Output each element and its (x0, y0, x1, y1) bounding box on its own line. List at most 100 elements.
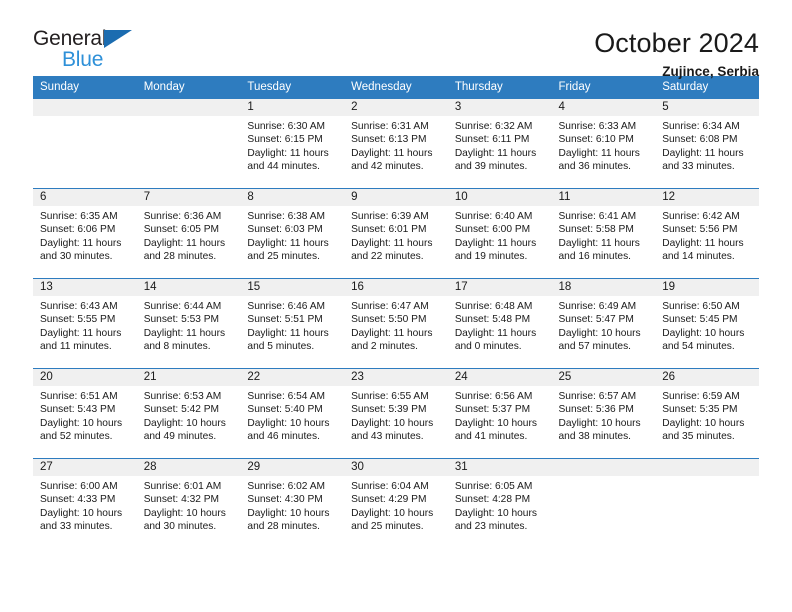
generalblue-logo: General Blue (33, 28, 143, 76)
day-sun-info: Sunrise: 6:51 AM Sunset: 5:43 PM Daylight:… (33, 386, 137, 444)
sunrise-time: Sunrise: 6:01 AM (143, 481, 222, 492)
calendar-day-cell[interactable]: 8 Sunrise: 6:38 AM Sunset: 6:03 PM Daylight… (240, 188, 345, 279)
sunrise-time: Sunrise: 6:55 AM (351, 391, 429, 402)
day-sun-info: Sunrise: 6:47 AM Sunset: 5:50 PM Daylight:… (344, 296, 448, 354)
calendar-week-row: 13 Sunrise: 6:43 AM Sunset: 5:55 PM Dayligh… (33, 278, 759, 369)
weekday-header-monday: Monday (136, 76, 241, 99)
calendar-day-cell[interactable]: 17 Sunrise: 6:48 AM Sunset: 5:48 PM Dayligh… (447, 278, 552, 369)
daylight-duration-line2: and 30 minutes. (143, 521, 217, 533)
logo-text-blue: Blue (62, 48, 104, 71)
calendar-day-cell[interactable]: 5 Sunrise: 6:34 AM Sunset: 6:08 PM Daylight… (655, 98, 759, 189)
sunset-time: Sunset: 4:29 PM (351, 494, 427, 506)
daylight-duration-line2: and 57 minutes. (558, 341, 632, 353)
sunset-time: Sunset: 5:39 PM (351, 404, 427, 416)
calendar-day-cell[interactable]: 2 Sunrise: 6:31 AM Sunset: 6:13 PM Daylight… (344, 98, 448, 189)
daylight-duration-line2: and 42 minutes. (351, 161, 424, 173)
day-number: 16 (344, 279, 448, 296)
daylight-duration-line1: Daylight: 11 hours (351, 237, 433, 249)
calendar-day-cell[interactable]: 26 Sunrise: 6:59 AM Sunset: 5:35 PM Dayligh… (655, 368, 759, 459)
day-sun-info: Sunrise: 6:40 AM Sunset: 6:00 PM Daylight:… (448, 206, 552, 264)
calendar-day-cell[interactable]: 25 Sunrise: 6:57 AM Sunset: 5:36 PM Dayligh… (551, 368, 656, 459)
sunset-time: Sunset: 6:08 PM (662, 134, 738, 146)
calendar-day-cell[interactable]: 24 Sunrise: 6:56 AM Sunset: 5:37 PM Dayligh… (447, 368, 552, 459)
calendar-day-cell[interactable]: 7 Sunrise: 6:36 AM Sunset: 6:05 PM Daylight… (136, 188, 241, 279)
calendar-day-cell[interactable]: 18 Sunrise: 6:49 AM Sunset: 5:47 PM Dayligh… (551, 278, 656, 369)
calendar-day-cell[interactable]: 13 Sunrise: 6:43 AM Sunset: 5:55 PM Dayligh… (33, 278, 137, 369)
daylight-duration-line2: and 11 minutes. (40, 341, 112, 353)
calendar-day-cell[interactable]: 22 Sunrise: 6:54 AM Sunset: 5:40 PM Dayligh… (240, 368, 345, 459)
sunrise-time: Sunrise: 6:50 AM (662, 301, 740, 312)
weekday-header-sunday: Sunday (33, 76, 137, 99)
calendar-day-cell[interactable]: 19 Sunrise: 6:50 AM Sunset: 5:45 PM Dayligh… (655, 278, 759, 369)
page-subtitle-location: Zujince, Serbia (662, 64, 759, 80)
day-sun-info: Sunrise: 6:05 AM Sunset: 4:28 PM Daylight:… (448, 476, 552, 534)
daylight-duration-line2: and 43 minutes. (351, 431, 424, 443)
sunset-time: Sunset: 4:32 PM (143, 494, 220, 506)
day-number: 28 (136, 459, 241, 476)
sunrise-time: Sunrise: 6:35 AM (40, 211, 118, 222)
day-sun-info: Sunrise: 6:38 AM Sunset: 6:03 PM Daylight:… (240, 206, 344, 264)
calendar-day-cell[interactable]: 1 Sunrise: 6:30 AM Sunset: 6:15 PM Daylight… (240, 98, 345, 189)
calendar-day-cell-empty (136, 98, 241, 189)
sunrise-time: Sunrise: 6:59 AM (662, 391, 740, 402)
calendar-day-cell[interactable]: 27 Sunrise: 6:00 AM Sunset: 4:33 PM Dayligh… (33, 458, 137, 549)
daylight-duration-line1: Daylight: 10 hours (454, 507, 537, 519)
daylight-duration-line1: Daylight: 10 hours (40, 507, 123, 519)
calendar-week-row: 27 Sunrise: 6:00 AM Sunset: 4:33 PM Dayligh… (33, 458, 759, 549)
calendar-day-cell[interactable]: 11 Sunrise: 6:41 AM Sunset: 5:58 PM Dayligh… (551, 188, 656, 279)
calendar-day-cell[interactable]: 6 Sunrise: 6:35 AM Sunset: 6:06 PM Daylight… (33, 188, 137, 279)
calendar-day-cell[interactable]: 14 Sunrise: 6:44 AM Sunset: 5:53 PM Dayligh… (136, 278, 241, 369)
sunrise-time: Sunrise: 6:02 AM (247, 481, 325, 492)
calendar-day-cell[interactable]: 20 Sunrise: 6:51 AM Sunset: 5:43 PM Dayligh… (33, 368, 137, 459)
calendar-day-cell[interactable]: 29 Sunrise: 6:02 AM Sunset: 4:30 PM Dayligh… (240, 458, 345, 549)
day-number: 2 (344, 99, 448, 116)
sunset-time: Sunset: 6:13 PM (351, 134, 427, 146)
sunrise-time: Sunrise: 6:42 AM (662, 211, 740, 222)
sunrise-time: Sunrise: 6:32 AM (454, 121, 533, 132)
calendar-day-cell[interactable]: 28 Sunrise: 6:01 AM Sunset: 4:32 PM Dayligh… (136, 458, 241, 549)
day-sun-info: Sunrise: 6:42 AM Sunset: 5:56 PM Daylight:… (655, 206, 759, 264)
calendar-day-cell[interactable]: 31 Sunrise: 6:05 AM Sunset: 4:28 PM Dayligh… (447, 458, 552, 549)
calendar-day-cell[interactable]: 4 Sunrise: 6:33 AM Sunset: 6:10 PM Daylight… (551, 98, 656, 189)
day-sun-info: Sunrise: 6:55 AM Sunset: 5:39 PM Daylight:… (344, 386, 448, 444)
calendar-day-cell[interactable]: 9 Sunrise: 6:39 AM Sunset: 6:01 PM Daylight… (344, 188, 448, 279)
day-sun-info: Sunrise: 6:54 AM Sunset: 5:40 PM Daylight:… (240, 386, 344, 444)
sunset-time: Sunset: 6:15 PM (247, 134, 323, 146)
daylight-duration-line2: and 54 minutes. (662, 341, 735, 353)
sunset-time: Sunset: 5:56 PM (662, 224, 738, 236)
calendar-day-cell[interactable]: 21 Sunrise: 6:53 AM Sunset: 5:42 PM Dayligh… (136, 368, 241, 459)
weekday-header-wednesday: Wednesday (344, 76, 448, 99)
day-number: 5 (655, 99, 759, 116)
calendar-day-cell[interactable]: 15 Sunrise: 6:46 AM Sunset: 5:51 PM Dayligh… (240, 278, 345, 369)
calendar-day-cell[interactable]: 12 Sunrise: 6:42 AM Sunset: 5:56 PM Dayligh… (655, 188, 759, 279)
daylight-duration-line1: Daylight: 11 hours (351, 327, 433, 339)
calendar-day-cell[interactable]: 23 Sunrise: 6:55 AM Sunset: 5:39 PM Dayligh… (344, 368, 448, 459)
calendar-day-cell[interactable]: 16 Sunrise: 6:47 AM Sunset: 5:50 PM Dayligh… (344, 278, 448, 369)
day-sun-info: Sunrise: 6:56 AM Sunset: 5:37 PM Daylight:… (448, 386, 552, 444)
daylight-duration-line1: Daylight: 11 hours (662, 237, 744, 249)
day-number: 27 (33, 459, 137, 476)
calendar-body: 1 Sunrise: 6:30 AM Sunset: 6:15 PM Daylight… (33, 98, 759, 549)
day-number: 23 (344, 369, 448, 386)
calendar-day-cell[interactable]: 3 Sunrise: 6:32 AM Sunset: 6:11 PM Daylight… (447, 98, 552, 189)
daylight-duration-line1: Daylight: 10 hours (143, 417, 226, 429)
sunset-time: Sunset: 5:55 PM (40, 314, 116, 326)
day-sun-info: Sunrise: 6:50 AM Sunset: 5:45 PM Daylight:… (655, 296, 759, 354)
daylight-duration-line2: and 16 minutes. (558, 251, 632, 263)
daylight-duration-line2: and 14 minutes. (662, 251, 735, 263)
daylight-duration-line2: and 28 minutes. (143, 251, 217, 263)
day-sun-info: Sunrise: 6:53 AM Sunset: 5:42 PM Daylight:… (137, 386, 241, 444)
daylight-duration-line1: Daylight: 10 hours (454, 417, 537, 429)
calendar-week-row: 6 Sunrise: 6:35 AM Sunset: 6:06 PM Daylight… (33, 188, 759, 279)
sunset-time: Sunset: 6:01 PM (351, 224, 427, 236)
sunrise-time: Sunrise: 6:30 AM (247, 121, 325, 132)
page-title: October 2024 (594, 28, 759, 58)
calendar-day-cell[interactable]: 30 Sunrise: 6:04 AM Sunset: 4:29 PM Dayligh… (344, 458, 448, 549)
calendar-day-cell-empty (551, 458, 656, 549)
day-number: 3 (447, 99, 552, 116)
day-number: 4 (551, 99, 656, 116)
sunrise-time: Sunrise: 6:39 AM (351, 211, 429, 222)
calendar-day-cell[interactable]: 10 Sunrise: 6:40 AM Sunset: 6:00 PM Dayligh… (447, 188, 552, 279)
day-number: 18 (551, 279, 656, 296)
daylight-duration-line1: Daylight: 10 hours (351, 417, 434, 429)
